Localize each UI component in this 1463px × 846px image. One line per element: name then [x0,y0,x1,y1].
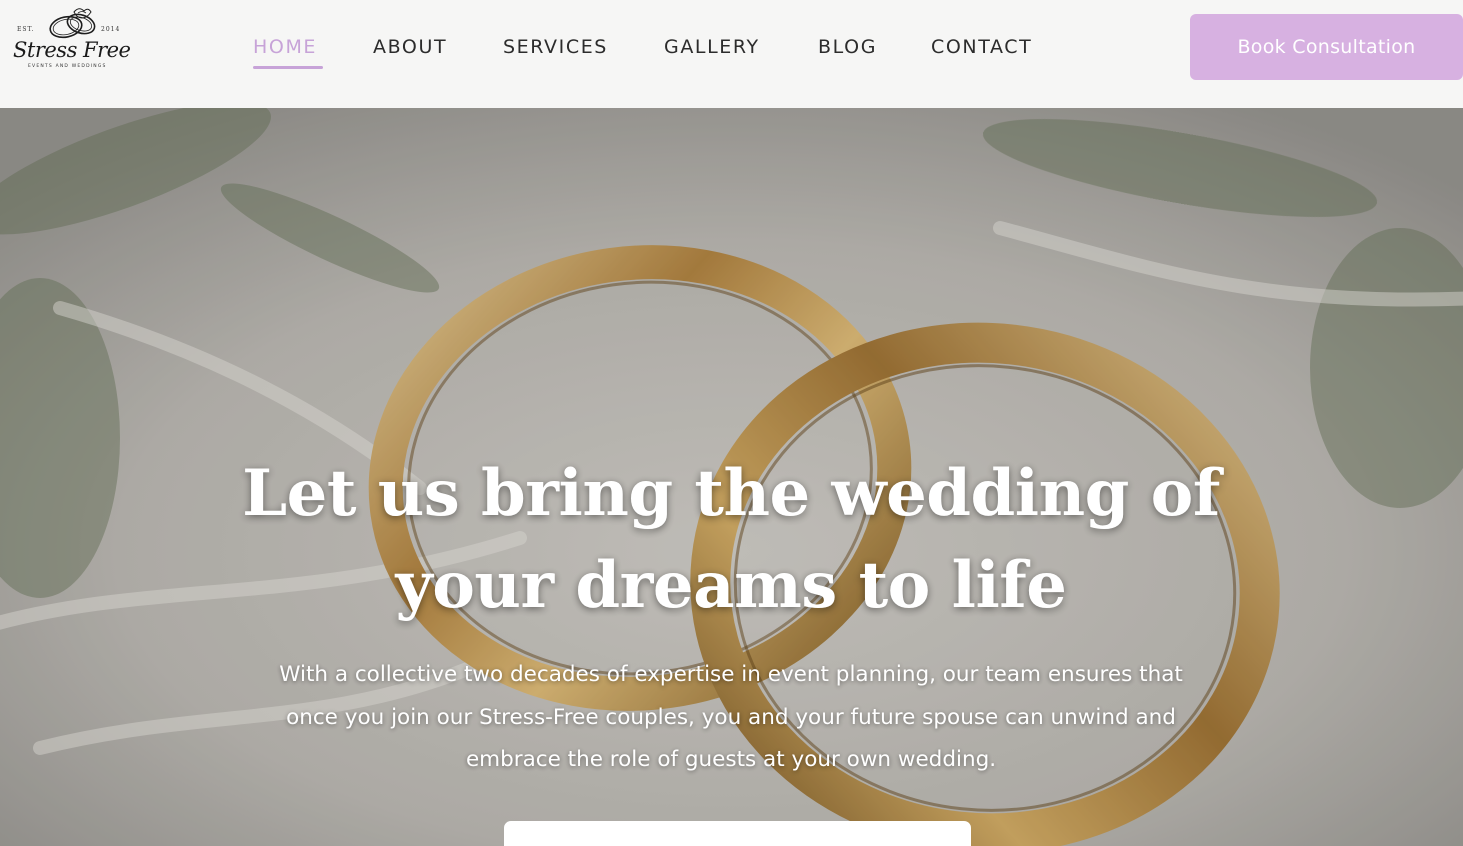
hero-subtitle: With a collective two decades of experti… [279,662,1183,772]
nav-item-home[interactable]: HOME [253,36,317,58]
nav-item-about[interactable]: ABOUT [373,36,447,58]
hero-title: Let us bring the wedding of your dreams … [242,456,1220,623]
logo-est-text: EST. [17,26,35,33]
logo-name-text: Stress Free [13,38,131,62]
site-header: EST. 2014 Stress Free EVENTS AND WEDDING… [0,0,1463,108]
active-nav-underline [253,66,323,69]
nav-item-services[interactable]: SERVICES [503,36,608,58]
site-logo[interactable]: EST. 2014 Stress Free EVENTS AND WEDDING… [10,6,131,74]
logo-tagline-text: EVENTS AND WEDDINGS [28,64,107,69]
book-consultation-button[interactable]: Book Consultation [1190,14,1463,80]
logo-year-text: 2014 [101,26,121,33]
hero-section: Let us bring the wedding of your dreams … [0,108,1463,846]
nav-item-gallery[interactable]: GALLERY [664,36,760,58]
wedding-rings-icon [49,8,96,39]
nav-item-blog[interactable]: BLOG [818,36,877,58]
nav-item-contact[interactable]: CONTACT [931,36,1032,58]
hero-cta-button[interactable] [504,821,971,846]
